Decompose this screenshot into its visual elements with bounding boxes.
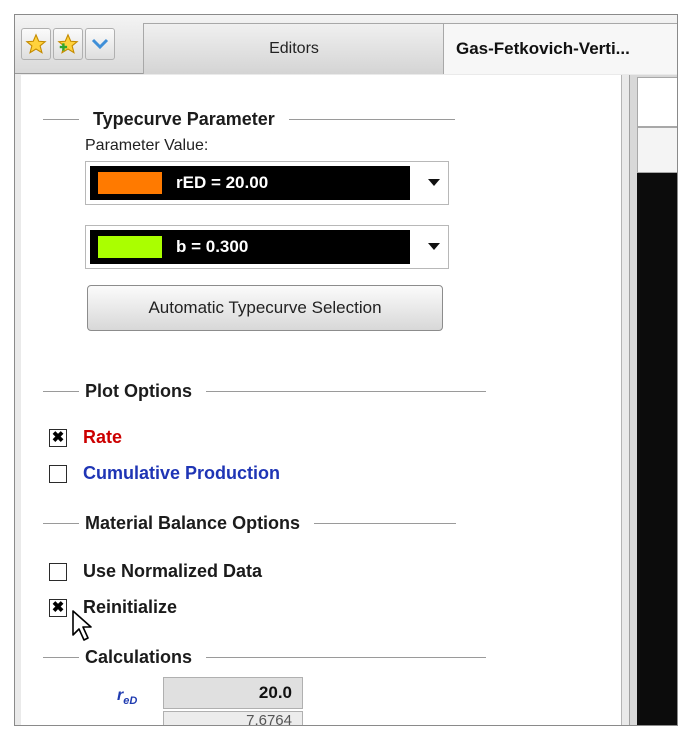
- rate-checkbox-row[interactable]: ✖ Rate: [49, 427, 122, 448]
- b-color-swatch: [98, 236, 162, 258]
- b-dropdown-value: b = 0.300: [176, 237, 249, 256]
- normalized-label: Use Normalized Data: [83, 561, 263, 581]
- plot-options-heading: Plot Options: [43, 381, 486, 402]
- b-dropdown[interactable]: b = 0.300: [85, 225, 449, 269]
- plot-options-heading-text: Plot Options: [85, 381, 192, 401]
- typecurve-section-heading: Typecurve Parameter: [43, 109, 455, 130]
- red-color-swatch: [98, 172, 162, 194]
- right-pane-plot: [637, 173, 677, 725]
- reinitialize-checkbox[interactable]: ✖: [49, 598, 67, 617]
- window-frame: Editors Gas-Fetkovich-Verti... Typecurve…: [14, 14, 678, 726]
- right-pane-tab[interactable]: [637, 127, 677, 173]
- right-pane-header: [637, 77, 677, 127]
- cumulative-checkbox[interactable]: [49, 464, 67, 483]
- rate-checkbox[interactable]: ✖: [49, 428, 67, 447]
- mouse-cursor-icon: [72, 610, 92, 641]
- calculations-heading: Calculations: [43, 647, 487, 668]
- dropdown-arrow-icon[interactable]: [428, 179, 440, 186]
- red-value-field: 20.0: [163, 677, 303, 709]
- cumulative-label: Cumulative Production: [83, 463, 281, 483]
- red-symbol-label: reD: [117, 687, 137, 707]
- star-plus-icon[interactable]: [53, 28, 83, 60]
- material-balance-heading-text: Material Balance Options: [85, 513, 301, 533]
- red-symbol-subscript: eD: [123, 695, 138, 708]
- dropdown-arrow-icon[interactable]: [428, 243, 440, 250]
- normalized-checkbox-row[interactable]: Use Normalized Data: [49, 561, 262, 582]
- second-value-field: 7.6764: [163, 711, 303, 725]
- tab-gas-fetkovich[interactable]: Gas-Fetkovich-Verti...: [443, 23, 677, 74]
- tab-editors[interactable]: Editors: [143, 23, 445, 74]
- cumulative-checkbox-row[interactable]: Cumulative Production: [49, 463, 280, 484]
- red-dropdown[interactable]: rED = 20.00: [85, 161, 449, 205]
- reinitialize-checkbox-row[interactable]: ✖ Reinitialize: [49, 597, 177, 618]
- typecurve-heading-text: Typecurve Parameter: [93, 109, 275, 129]
- star-icon[interactable]: [21, 28, 51, 60]
- calculations-heading-text: Calculations: [85, 647, 193, 667]
- parameter-value-label: Parameter Value:: [85, 137, 209, 154]
- normalized-checkbox[interactable]: [49, 562, 67, 581]
- material-balance-heading: Material Balance Options: [43, 513, 457, 534]
- chevron-down-icon[interactable]: [85, 28, 115, 60]
- red-dropdown-value: rED = 20.00: [176, 173, 269, 192]
- rate-label: Rate: [83, 427, 123, 447]
- editor-panel: Typecurve Parameter Parameter Value: rED…: [21, 75, 622, 725]
- tab-bar: Editors Gas-Fetkovich-Verti...: [15, 15, 677, 74]
- reinitialize-label: Reinitialize: [83, 597, 178, 617]
- automatic-typecurve-button[interactable]: Automatic Typecurve Selection: [87, 285, 443, 331]
